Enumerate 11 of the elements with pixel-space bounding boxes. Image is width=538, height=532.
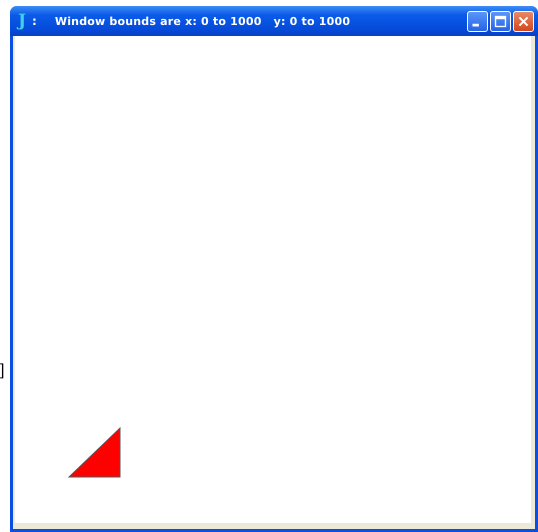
minimize-button[interactable] (467, 10, 488, 32)
maximize-button[interactable] (490, 10, 511, 32)
triangle-shape (68, 426, 120, 478)
close-button[interactable] (513, 10, 534, 32)
title-separator: : (32, 14, 37, 28)
close-icon (518, 16, 529, 26)
window-title: Window bounds are x: 0 to 1000 y: 0 to 1000 (54, 14, 350, 28)
background-text: ] (0, 362, 4, 380)
app-logo: J (18, 11, 26, 31)
maximize-icon (494, 15, 506, 27)
minimize-icon (472, 23, 479, 26)
